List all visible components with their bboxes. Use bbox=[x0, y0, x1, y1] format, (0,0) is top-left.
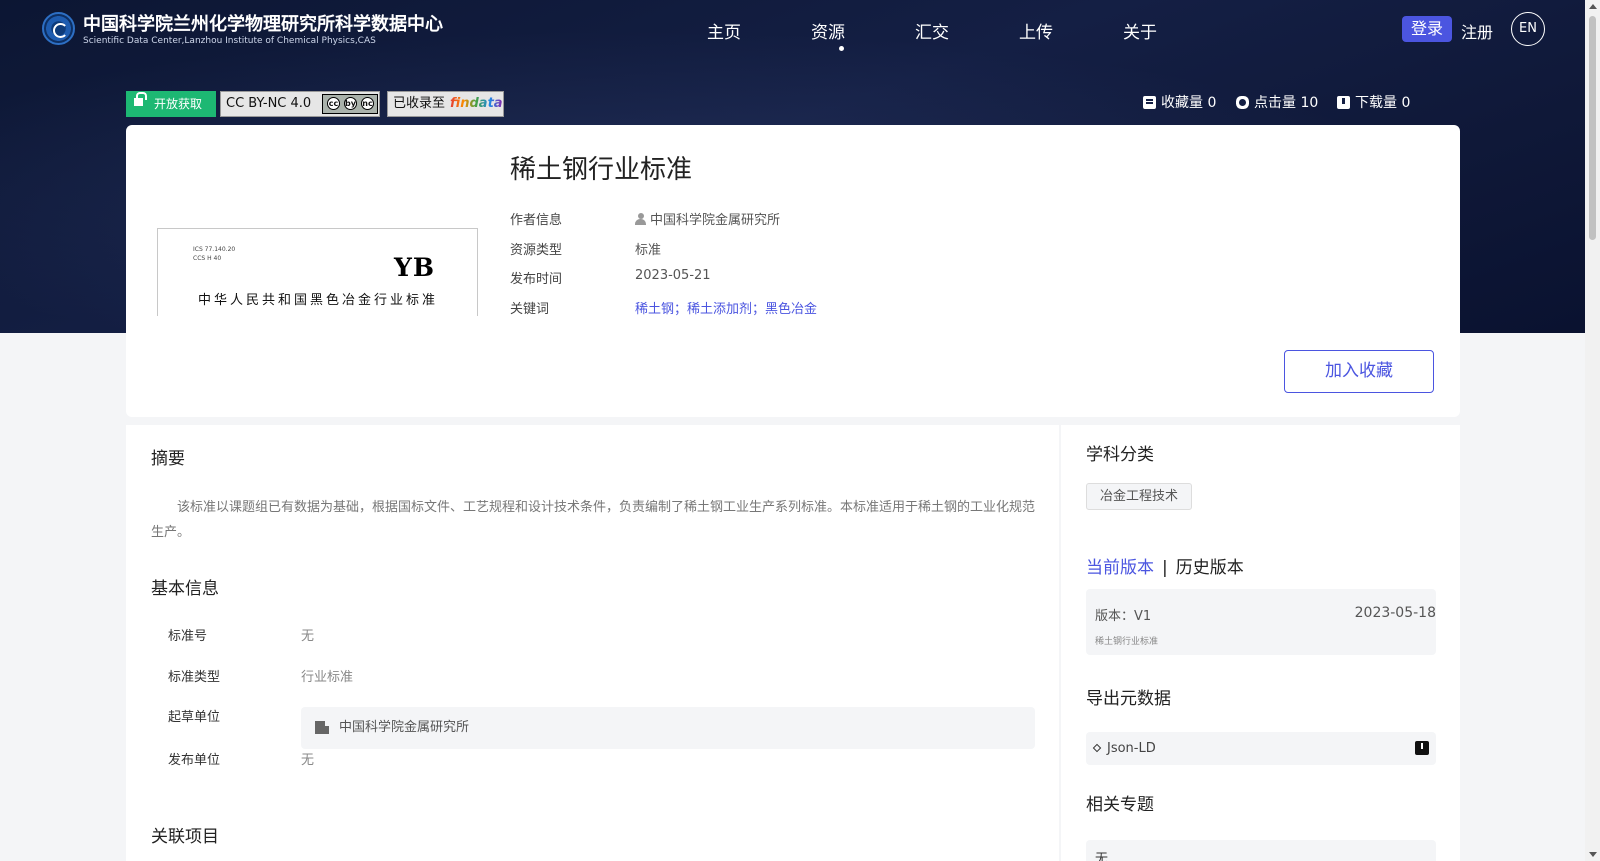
brand-subtitle: Scientific Data Center,Lanzhou Institute… bbox=[83, 36, 376, 46]
version-label: 版本：V1 bbox=[1095, 609, 1152, 624]
standard-number-label: 标准号 bbox=[168, 629, 208, 644]
downloads-count: 下载量 0 bbox=[1337, 92, 1410, 112]
subject-heading: 学科分类 bbox=[1086, 445, 1154, 465]
keywords-label: 关键词 bbox=[510, 302, 550, 317]
related-topics-heading: 相关专题 bbox=[1086, 795, 1154, 815]
subject-tag[interactable]: 冶金工程技术 bbox=[1086, 483, 1192, 510]
version-tabs: 当前版本 | 历史版本 bbox=[1086, 553, 1244, 578]
cc-by-nc-icon: cc by nc bbox=[322, 94, 378, 114]
top-navigation: 中国科学院兰州化学物理研究所科学数据中心 Scientific Data Cen… bbox=[0, 0, 1585, 60]
publishing-unit-label: 发布单位 bbox=[168, 753, 221, 768]
nav-submit[interactable]: 汇交 bbox=[915, 18, 949, 43]
version-card[interactable]: 版本：V1 2023-05-18 稀土钢行业标准 bbox=[1086, 589, 1436, 655]
login-button[interactable]: 登录 bbox=[1402, 16, 1452, 42]
version-name: 稀土钢行业标准 bbox=[1095, 637, 1159, 647]
favorites-icon bbox=[1143, 96, 1156, 109]
drafting-unit-value[interactable]: 中国科学院金属研究所 bbox=[301, 707, 1035, 749]
resource-title: 稀土钢行业标准 bbox=[510, 155, 693, 185]
page-scrollbar[interactable] bbox=[1585, 0, 1600, 861]
open-access-label: 开放获取 bbox=[154, 97, 203, 111]
license-label: CC BY-NC 4.0 bbox=[226, 96, 312, 111]
open-access-badge: 开放获取 bbox=[126, 91, 216, 117]
export-jsonld-row[interactable]: Json-LD bbox=[1086, 732, 1436, 765]
cc-license-badge[interactable]: CC BY-NC 4.0 cc by nc bbox=[220, 91, 380, 117]
cc-icon: cc bbox=[327, 97, 340, 110]
date-label: 发布时间 bbox=[510, 272, 563, 287]
keywords-links[interactable]: 稀土钢；稀土添加剂；黑色冶金 bbox=[635, 298, 817, 317]
basic-info-heading: 基本信息 bbox=[151, 579, 219, 599]
version-tab-separator: | bbox=[1162, 558, 1168, 578]
author-name: 中国科学院金属研究所 bbox=[650, 213, 781, 228]
downloads-label: 下载量 0 bbox=[1355, 95, 1411, 111]
type-label: 资源类型 bbox=[510, 243, 563, 258]
author-value[interactable]: 中国科学院金属研究所 bbox=[635, 209, 780, 228]
tab-current-version[interactable]: 当前版本 bbox=[1086, 558, 1154, 578]
related-topics-value: 无 bbox=[1086, 840, 1436, 861]
related-projects-heading: 关联项目 bbox=[151, 827, 219, 847]
standard-type-value: 行业标准 bbox=[301, 670, 354, 685]
findata-logo: findata bbox=[450, 92, 503, 116]
detail-main-panel: 摘要 该标准以课题组已有数据为基础，根据国标文件、工艺规程和设计技术条件，负责编… bbox=[126, 425, 1059, 861]
detail-side-panel: 学科分类 冶金工程技术 当前版本 | 历史版本 版本：V1 2023-05-18 稀… bbox=[1061, 425, 1460, 861]
favorites-count: 收藏量 0 bbox=[1143, 92, 1216, 112]
drafting-unit-name: 中国科学院金属研究所 bbox=[339, 720, 470, 735]
views-label: 点击量 10 bbox=[1254, 95, 1319, 111]
scroll-down-arrow-icon[interactable] bbox=[1589, 852, 1597, 857]
nc-icon: nc bbox=[361, 97, 374, 110]
scrollbar-thumb[interactable] bbox=[1589, 16, 1596, 240]
abstract-text: 该标准以课题组已有数据为基础，根据国标文件、工艺规程和设计技术条件，负责编制了稀… bbox=[151, 500, 1036, 540]
diamond-icon bbox=[1092, 743, 1102, 753]
nav-home[interactable]: 主页 bbox=[707, 18, 741, 43]
download-icon[interactable] bbox=[1415, 741, 1429, 755]
drafting-unit-label: 起草单位 bbox=[168, 710, 221, 725]
nav-upload[interactable]: 上传 bbox=[1019, 18, 1053, 43]
tab-history-version[interactable]: 历史版本 bbox=[1176, 558, 1244, 578]
thumbnail-yb: YB bbox=[394, 253, 435, 282]
unlock-icon bbox=[134, 92, 147, 106]
brand-title[interactable]: 中国科学院兰州化学物理研究所科学数据中心 bbox=[83, 10, 443, 36]
standard-type-label: 标准类型 bbox=[168, 670, 221, 685]
eye-icon bbox=[1236, 96, 1249, 109]
type-value: 标准 bbox=[635, 243, 662, 258]
building-icon bbox=[315, 721, 329, 734]
publishing-unit-value: 无 bbox=[301, 753, 315, 768]
thumbnail-code: ICS 77.140.20 CCS H 40 bbox=[193, 246, 236, 262]
by-icon: by bbox=[344, 97, 357, 110]
standard-number-value: 无 bbox=[301, 629, 315, 644]
resource-summary-card: ICS 77.140.20 CCS H 40 YB 中华人民共和国黑色冶金行业标… bbox=[126, 125, 1460, 417]
favorites-label: 收藏量 0 bbox=[1161, 95, 1217, 111]
date-value: 2023-05-21 bbox=[635, 268, 711, 283]
views-count: 点击量 10 bbox=[1236, 92, 1318, 112]
findata-prefix: 已收录至 bbox=[393, 96, 446, 111]
author-label: 作者信息 bbox=[510, 213, 563, 228]
export-heading: 导出元数据 bbox=[1086, 689, 1171, 709]
person-icon bbox=[635, 213, 646, 225]
institute-logo-icon[interactable] bbox=[42, 12, 75, 45]
register-link[interactable]: 注册 bbox=[1461, 19, 1493, 43]
thumbnail-caption: 中华人民共和国黑色冶金行业标准 bbox=[198, 293, 439, 308]
abstract-heading: 摘要 bbox=[151, 449, 185, 469]
nav-resources[interactable]: 资源 bbox=[811, 18, 845, 43]
export-format-label: Json-LD bbox=[1107, 741, 1156, 756]
active-nav-indicator bbox=[839, 46, 844, 51]
document-thumbnail[interactable]: ICS 77.140.20 CCS H 40 YB 中华人民共和国黑色冶金行业标… bbox=[157, 228, 478, 316]
version-date: 2023-05-18 bbox=[1354, 605, 1436, 621]
language-toggle[interactable]: EN bbox=[1511, 12, 1545, 46]
nav-about[interactable]: 关于 bbox=[1123, 18, 1157, 43]
download-icon bbox=[1337, 96, 1350, 109]
scroll-up-arrow-icon[interactable] bbox=[1589, 4, 1597, 9]
add-favorite-button[interactable]: 加入收藏 bbox=[1284, 350, 1434, 393]
findata-badge[interactable]: 已收录至 findata bbox=[387, 91, 504, 117]
